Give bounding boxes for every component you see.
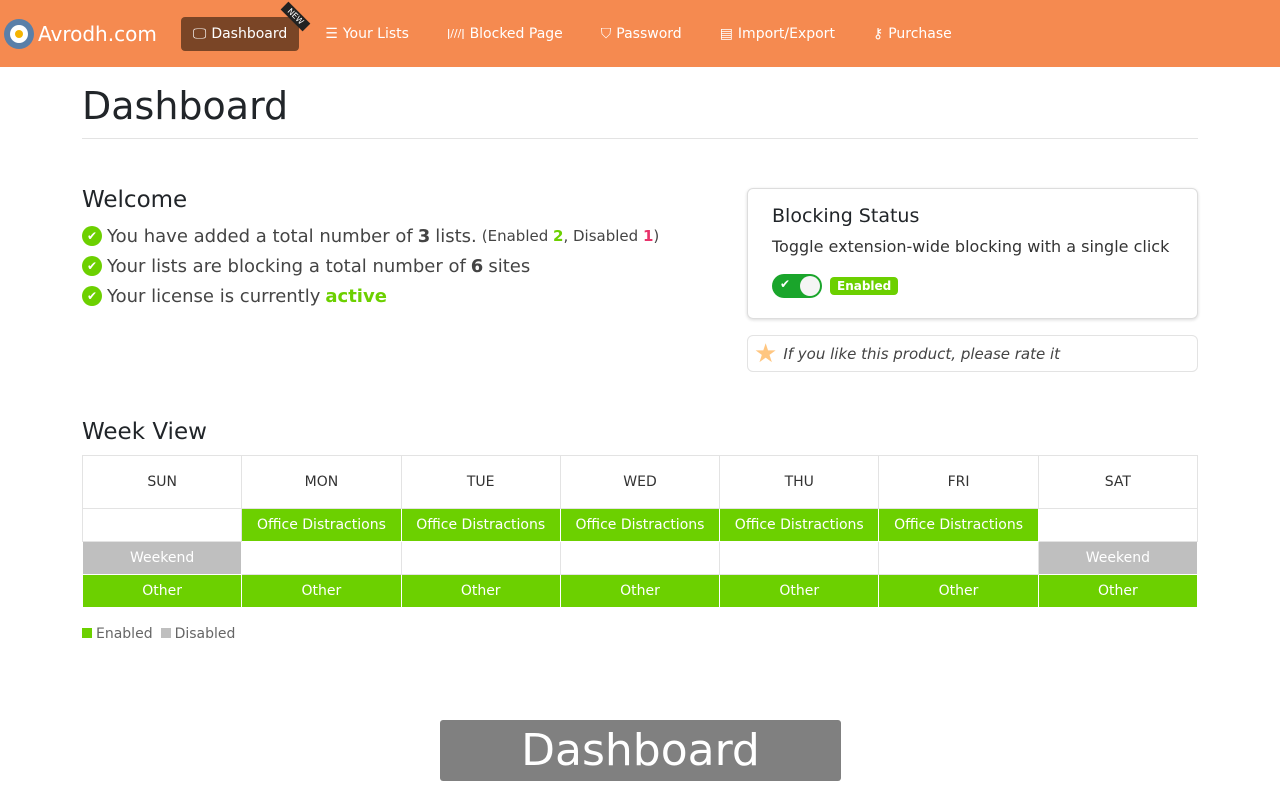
legend-enabled: Enabled (82, 626, 153, 642)
blocking-status-card: Blocking Status Toggle extension-wide bl… (747, 188, 1198, 319)
legend-label: Disabled (174, 626, 236, 642)
site-count: 6 (470, 255, 484, 277)
empty-cell (878, 541, 1039, 575)
nav-blocked-page[interactable]: ǀ///ǀ Blocked Page (435, 17, 575, 51)
text: Your lists are blocking a total number o… (107, 255, 466, 277)
schedule-cell[interactable]: Office Distractions (400, 508, 561, 542)
schedule-cell[interactable]: Other (559, 574, 721, 608)
shield-icon: ⛉ (600, 25, 612, 42)
day-header: SAT (1037, 455, 1199, 509)
empty-cell (1037, 508, 1199, 542)
logo-icon (4, 18, 34, 49)
text: (Enabled (481, 227, 549, 245)
week-row: Office Distractions Office Distractions Of… (81, 508, 1199, 542)
license-status: active (325, 285, 387, 307)
schedule-cell[interactable]: Office Distractions (878, 508, 1039, 542)
key-icon: ⚷ (872, 25, 884, 42)
welcome-title: Welcome (82, 187, 188, 213)
empty-cell (81, 508, 243, 542)
empty-cell (559, 541, 721, 575)
text: You have added a total number of (107, 225, 413, 247)
nav-purchase[interactable]: ⚷ Purchase (861, 17, 964, 51)
check-circle-icon: ✔ (82, 286, 102, 306)
nav-label: Password (616, 25, 682, 42)
disabled-count: 1 (642, 227, 654, 245)
day-header: MON (241, 455, 402, 509)
nav-label: Purchase (888, 25, 952, 42)
empty-cell (241, 541, 402, 575)
caption-overlay: Dashboard (440, 720, 841, 781)
welcome-section: Welcome ✔ You have added a total number o… (82, 187, 722, 311)
text: lists. (435, 225, 477, 247)
list-icon: ☰ (325, 25, 338, 42)
day-header: FRI (878, 455, 1039, 509)
archive-icon: ▤ (719, 25, 733, 42)
day-header: TUE (400, 455, 561, 509)
check-circle-icon: ✔ (82, 256, 102, 276)
schedule-cell[interactable]: Other (400, 574, 561, 608)
text: ) (653, 227, 660, 245)
empty-cell (719, 541, 880, 575)
rate-text: If you like this product, please rate it (783, 344, 1061, 363)
nav-dashboard[interactable]: 🖵 Dashboard NEW (180, 1, 311, 51)
week-view-title: Week View (82, 419, 207, 445)
day-header: WED (559, 455, 721, 509)
nav-password[interactable]: ⛉ Password (589, 17, 694, 51)
schedule-cell[interactable]: Office Distractions (241, 508, 402, 542)
monitor-icon: 🖵 (192, 25, 207, 42)
schedule-cell[interactable]: Other (241, 574, 402, 608)
week-view: Week View SUN MON TUE WED THU FRI SAT Office Di… (81, 419, 1199, 642)
schedule-cell[interactable]: Other (878, 574, 1039, 608)
legend: Enabled Disabled (82, 626, 1198, 642)
navbar: Avrodh.com 🖵 Dashboard NEW ☰ Your Lists ǀ//… (0, 0, 1280, 67)
sites-stat: ✔ Your lists are blocking a total number … (82, 251, 722, 281)
check-icon: ✔ (780, 277, 791, 291)
legend-disabled: Disabled (160, 626, 236, 642)
page-title: Dashboard (82, 84, 1198, 139)
schedule-cell[interactable]: Other (81, 574, 243, 608)
barrier-icon: ǀ///ǀ (446, 27, 465, 40)
nav-label: Import/Export (737, 25, 835, 42)
nav-import-export[interactable]: ▤ Import/Export (708, 17, 847, 51)
week-row: Other Other Other Other Other Other Other (81, 574, 1199, 608)
check-circle-icon: ✔ (82, 226, 102, 246)
text: Your license is currently (107, 285, 321, 307)
lists-stat: ✔ You have added a total number of 3 lists.… (82, 221, 722, 251)
empty-cell (400, 541, 561, 575)
nav-label: Your Lists (342, 25, 409, 42)
rate-product-link[interactable]: ★ If you like this product, please rate i… (747, 335, 1198, 372)
day-header: SUN (81, 455, 243, 509)
nav-your-lists[interactable]: ☰ Your Lists (313, 17, 421, 51)
license-stat: ✔ Your license is currently active (82, 281, 722, 311)
list-count: 3 (417, 225, 431, 247)
schedule-cell[interactable]: Other (1037, 574, 1199, 608)
schedule-cell[interactable]: Weekend (1037, 541, 1199, 575)
schedule-cell[interactable]: Office Distractions (559, 508, 721, 542)
text: , Disabled (563, 227, 639, 245)
brand-link[interactable]: Avrodh.com (4, 18, 157, 49)
enabled-count: 2 (553, 227, 564, 245)
card-description: Toggle extension-wide blocking with a si… (772, 237, 1170, 256)
star-icon: ★ (754, 338, 778, 369)
nav-label: Blocked Page (469, 25, 563, 42)
schedule-cell[interactable]: Other (719, 574, 880, 608)
week-table: SUN MON TUE WED THU FRI SAT Office Distractions… (81, 455, 1199, 608)
schedule-cell[interactable]: Weekend (81, 541, 243, 575)
day-header: THU (719, 455, 880, 509)
legend-label: Enabled (96, 626, 153, 642)
brand-name: Avrodh.com (38, 21, 157, 46)
text: sites (488, 255, 531, 277)
card-title: Blocking Status (772, 205, 920, 227)
schedule-cell[interactable]: Office Distractions (719, 508, 880, 542)
status-badge: Enabled (830, 277, 899, 295)
nav-label: Dashboard (211, 25, 288, 42)
week-row: Weekend Weekend (81, 541, 1199, 575)
blocking-toggle[interactable]: ✔ (772, 274, 822, 298)
